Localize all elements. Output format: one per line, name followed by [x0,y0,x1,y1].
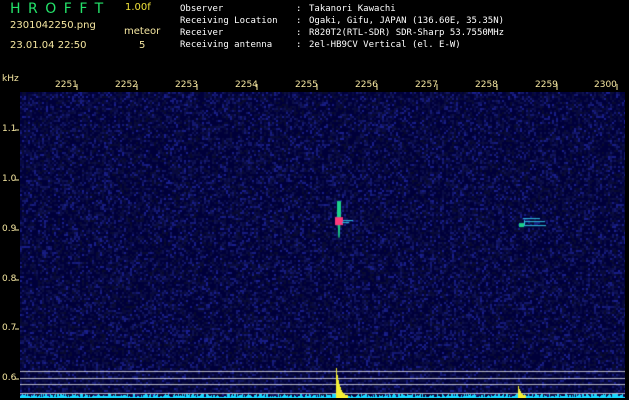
receiving-antenna-label: Receiving antenna [180,40,273,50]
x-axis-label-2255: 2255 [295,80,318,90]
y-axis-label-0-7: 0.7 [2,323,17,333]
receiving-antenna-row: Receiving antenna : 2el-HB9CV Vertical (… [180,39,461,51]
x-axis-label-2251: 2251 [55,80,78,90]
receiver-label: Receiver [180,28,224,38]
receiver-separator: : [296,28,302,38]
receiving-location-row: Receiving Location : Ogaki, Gifu, JAPAN … [180,15,504,27]
app-title: HROFFT [10,1,111,17]
receiving-location-value: Ogaki, Gifu, JAPAN (136.60E, 35.35N) [309,16,505,26]
x-axis-label-2258: 2258 [475,80,498,90]
y-axis-label-0-9: 0.9 [2,224,17,234]
receiver-value: R820T2(RTL-SDR) SDR-Sharp 53.7550MHz [309,28,505,38]
hrofft-window: HROFFT 1.00f 2301042250.png meteor 23.01… [0,0,629,400]
file-name: 2301042250.png [10,20,96,31]
y-axis-label-0-6: 0.6 [2,373,17,383]
version-label: 1.00f [125,2,151,13]
y-axis-label-1-0: 1.0 [2,174,17,184]
date-time: 23.01.04 22:50 [10,40,87,51]
receiving-location-separator: : [296,16,302,26]
x-axis-label-2252: 2252 [115,80,138,90]
receiving-antenna-separator: : [296,40,302,50]
y-axis-label-1-1: 1.1 [2,124,17,134]
spectrogram-canvas [20,92,625,398]
x-axis-label-2300: 2300 [594,80,617,90]
x-axis-label-2259: 2259 [535,80,558,90]
observer-separator: : [296,4,302,14]
x-axis-label-2253: 2253 [175,80,198,90]
y-axis-ticks [15,129,19,380]
x-axis-label-2254: 2254 [235,80,258,90]
receiving-antenna-value: 2el-HB9CV Vertical (el. E-W) [309,40,461,50]
observer-row: Observer : Takanori Kawachi [180,3,396,15]
y-axis-unit: kHz [2,74,19,84]
observer-label: Observer [180,4,224,14]
x-axis-label-2257: 2257 [415,80,438,90]
receiving-location-label: Receiving Location [180,16,278,26]
y-axis-label-0-8: 0.8 [2,274,17,284]
receiver-row: Receiver : R820T2(RTL-SDR) SDR-Sharp 53.… [180,27,504,39]
x-axis-label-2256: 2256 [355,80,378,90]
mode-label: meteor [124,26,161,37]
observer-value: Takanori Kawachi [309,4,396,14]
event-count: 5 [139,40,146,51]
